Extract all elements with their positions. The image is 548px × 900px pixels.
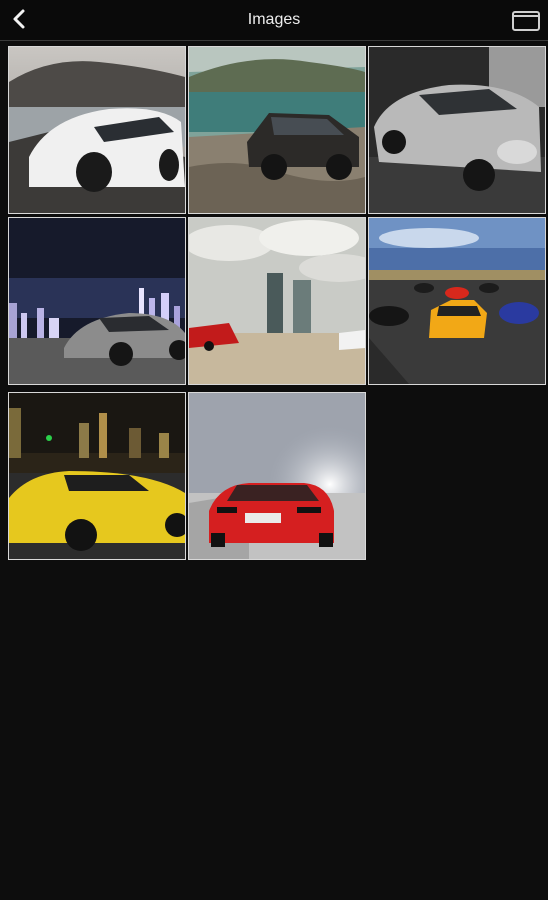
thumbnail-image [189, 218, 365, 384]
thumbnail-image [9, 218, 185, 384]
window-button[interactable] [510, 6, 542, 34]
page-title: Images [247, 11, 301, 28]
image-tile-red-audi-road[interactable] [188, 392, 366, 560]
image-tile-suv-cliff-sea[interactable] [188, 46, 366, 214]
thumbnail-image [9, 393, 185, 559]
image-tile-grey-coupe-city-night[interactable] [8, 217, 186, 385]
window-icon [512, 11, 540, 31]
thumbnail-image [9, 47, 185, 213]
image-tile-supercar-race-runway[interactable] [368, 217, 546, 385]
thumbnail-image [189, 47, 365, 213]
thumbnail-image [369, 218, 545, 384]
thumbnail-image [189, 393, 365, 559]
image-tile-yellow-camaro-night-city[interactable] [8, 392, 186, 560]
image-tile-silver-sports-car-studio[interactable] [368, 46, 546, 214]
image-tile-bugatti-white-coast[interactable] [8, 46, 186, 214]
image-tile-red-car-towers[interactable] [188, 217, 366, 385]
top-bar: Images [0, 0, 548, 41]
thumbnail-image [369, 47, 545, 213]
